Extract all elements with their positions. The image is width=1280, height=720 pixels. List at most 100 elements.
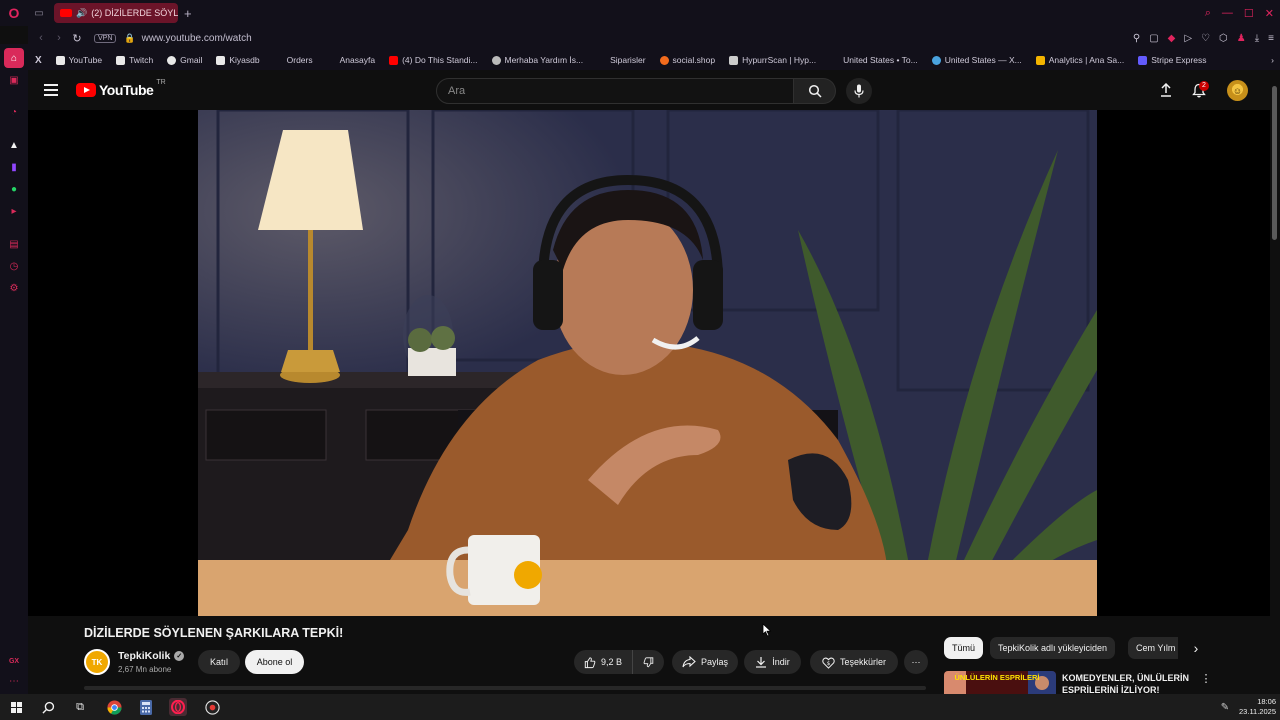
extensions-icon[interactable]: ⬡ xyxy=(1219,33,1228,44)
browser-tab-active[interactable]: 🔊 (2) DİZİLERDE SÖYLEN xyxy=(54,3,178,23)
bookmark-x[interactable]: X xyxy=(28,50,49,70)
recommendation-menu-icon[interactable]: ⋮ xyxy=(1200,672,1212,685)
dislike-button[interactable] xyxy=(632,650,664,674)
sidebar-settings-icon[interactable]: ⚙ xyxy=(7,281,21,295)
pen-icon[interactable]: ✎ xyxy=(1216,698,1234,716)
user-avatar[interactable]: ☺ xyxy=(1227,80,1248,101)
subscribe-button[interactable]: Abone ol xyxy=(245,650,304,674)
bookmark-item[interactable]: Analytics | Ana Sa... xyxy=(1029,50,1131,70)
player-icon[interactable]: ▷ xyxy=(1184,33,1192,44)
bookmark-icon xyxy=(830,55,840,65)
bookmark-item[interactable]: Stripe Express xyxy=(1131,50,1213,70)
bookmark-item[interactable]: YouTube xyxy=(49,50,109,70)
page-scrollbar[interactable] xyxy=(1270,70,1280,694)
bookmark-item[interactable]: (4) Do This Standi... xyxy=(382,50,484,70)
sidebar-youtube-icon[interactable]: ▸ xyxy=(7,204,21,218)
tab-overview-icon[interactable]: ▭ xyxy=(28,0,50,26)
windows-start-icon[interactable] xyxy=(7,698,25,716)
chip-cem-yilmaz[interactable]: Cem Yılm xyxy=(1128,637,1178,659)
bookmark-item[interactable]: HypurrScan | Hyp... xyxy=(722,50,823,70)
search-button[interactable] xyxy=(794,78,836,104)
sidebar-more-icon[interactable]: ⋯ xyxy=(7,674,21,688)
minimize-icon[interactable]: — xyxy=(1222,7,1233,19)
menu-icon[interactable] xyxy=(44,84,58,96)
recommendation-title[interactable]: KOMEDYENLER, ÜNLÜLERİN ESPRİLERİNİ İZLİY… xyxy=(1062,672,1192,694)
search-input[interactable] xyxy=(436,78,794,104)
sidebar-history-icon[interactable]: ◷ xyxy=(7,259,21,273)
pocket-icon[interactable]: ◆ xyxy=(1168,33,1176,44)
forward-icon[interactable]: › xyxy=(50,32,68,44)
snapshot-icon[interactable]: ▢ xyxy=(1149,33,1158,44)
sidebar-whatsapp-icon[interactable]: ● xyxy=(7,182,21,196)
download-icon[interactable]: ⤓ xyxy=(1255,33,1259,44)
channel-name-row[interactable]: TepkiKolik ✓ xyxy=(118,650,185,662)
tab-sound-icon[interactable]: 🔊 xyxy=(76,8,87,19)
chip-from-uploader[interactable]: TepkiKolik adlı yükleyiciden xyxy=(990,637,1116,659)
task-view-icon[interactable]: ⧉ xyxy=(71,698,89,716)
voice-search-button[interactable] xyxy=(846,78,872,104)
youtube-logo[interactable]: YouTube TR xyxy=(76,79,166,98)
new-tab-button[interactable]: + xyxy=(184,6,192,21)
back-icon[interactable]: ‹ xyxy=(32,32,50,44)
app-taskbar-icon[interactable] xyxy=(203,698,221,716)
scrollbar-thumb[interactable] xyxy=(1272,86,1277,240)
opera-logo-icon[interactable]: O xyxy=(0,0,28,26)
more-actions-button[interactable]: ⋯ xyxy=(904,650,928,674)
thanks-button[interactable]: $ Teşekkürler xyxy=(810,650,898,674)
sidebar-wallet-icon[interactable]: ▤ xyxy=(7,237,21,251)
bookmark-icon[interactable]: ⚲ xyxy=(1133,33,1140,44)
bookmark-item[interactable]: Twitch xyxy=(109,50,160,70)
easy-setup-icon[interactable]: ≡ xyxy=(1268,33,1274,44)
video-frame[interactable] xyxy=(198,110,1097,616)
youtube-header: YouTube TR xyxy=(28,70,1270,110)
sidebar-speed-icon[interactable]: ◔ xyxy=(7,105,21,119)
sidebar-gamepad-icon[interactable]: ▣ xyxy=(7,73,21,87)
bookmark-item[interactable]: social.shop xyxy=(653,50,723,70)
system-clock[interactable]: 18:06 23.11.2025 xyxy=(1239,697,1276,717)
url-field[interactable]: www.youtube.com/watch xyxy=(142,33,252,44)
chrome-icon[interactable] xyxy=(105,698,123,716)
clock-time: 18:06 xyxy=(1257,697,1276,706)
thumbs-up-icon xyxy=(584,656,596,668)
account-icon[interactable]: ♟ xyxy=(1237,33,1246,44)
opera-gx-taskbar-icon[interactable] xyxy=(169,698,187,716)
bookmark-item[interactable]: Anasayfa xyxy=(320,50,382,70)
channel-avatar[interactable]: TK xyxy=(84,649,110,675)
bookmark-item[interactable]: United States — X... xyxy=(925,50,1029,70)
close-window-icon[interactable]: ✕ xyxy=(1265,7,1274,20)
sidebar-aria-icon[interactable]: ▲ xyxy=(7,138,21,152)
bookmark-item[interactable]: Orders xyxy=(267,50,320,70)
subscriber-count: 2,67 Mn abone xyxy=(118,665,172,674)
bookmark-item[interactable]: Merhaba Yardım İs... xyxy=(485,50,591,70)
lock-icon[interactable]: 🔒 xyxy=(124,33,135,44)
recommendation-thumbnail[interactable]: ÜNLÜLERİN ESPRİLERİ xyxy=(944,671,1056,694)
bookmark-item[interactable]: Kiyasdb xyxy=(209,50,266,70)
bookmark-icon xyxy=(55,55,65,65)
search-tabs-icon[interactable]: ⌕ xyxy=(1205,7,1211,20)
chip-all[interactable]: Tümü xyxy=(944,637,984,659)
maximize-icon[interactable]: ☐ xyxy=(1244,7,1254,20)
bookmarks-more-icon[interactable]: › xyxy=(1271,55,1274,65)
mouse-cursor-icon xyxy=(762,623,772,637)
taskbar-search-icon[interactable] xyxy=(39,698,57,716)
bookmark-item[interactable]: United States • To... xyxy=(823,50,925,70)
heart-icon[interactable]: ♡ xyxy=(1201,33,1210,44)
calculator-icon[interactable] xyxy=(137,698,155,716)
download-button[interactable]: İndir xyxy=(744,650,801,674)
reload-icon[interactable]: ↻ xyxy=(68,32,86,45)
sidebar-gx-icon[interactable]: GX xyxy=(7,654,21,668)
bookmark-item[interactable]: Siparisler xyxy=(590,50,652,70)
upload-icon xyxy=(1161,83,1171,97)
bookmark-item[interactable]: Gmail xyxy=(160,50,209,70)
upload-button[interactable] xyxy=(1158,82,1174,98)
join-button[interactable]: Katıl xyxy=(198,650,240,674)
sidebar-home-icon[interactable]: ⌂ xyxy=(4,48,24,68)
vpn-badge[interactable]: VPN xyxy=(94,33,117,43)
opera-sidebar: ⌂ ▣ ◔ ▲ ▮ ● ▸ ▤ ◷ ⚙ GX ⋯ xyxy=(0,44,28,694)
channel-name[interactable]: TepkiKolik xyxy=(118,650,170,662)
verified-check-icon: ✓ xyxy=(174,651,185,661)
like-button[interactable]: 9,2 B xyxy=(574,650,632,674)
sidebar-twitch-icon[interactable]: ▮ xyxy=(7,160,21,174)
chips-next-icon[interactable]: › xyxy=(1188,640,1204,656)
share-button[interactable]: Paylaş xyxy=(672,650,738,674)
